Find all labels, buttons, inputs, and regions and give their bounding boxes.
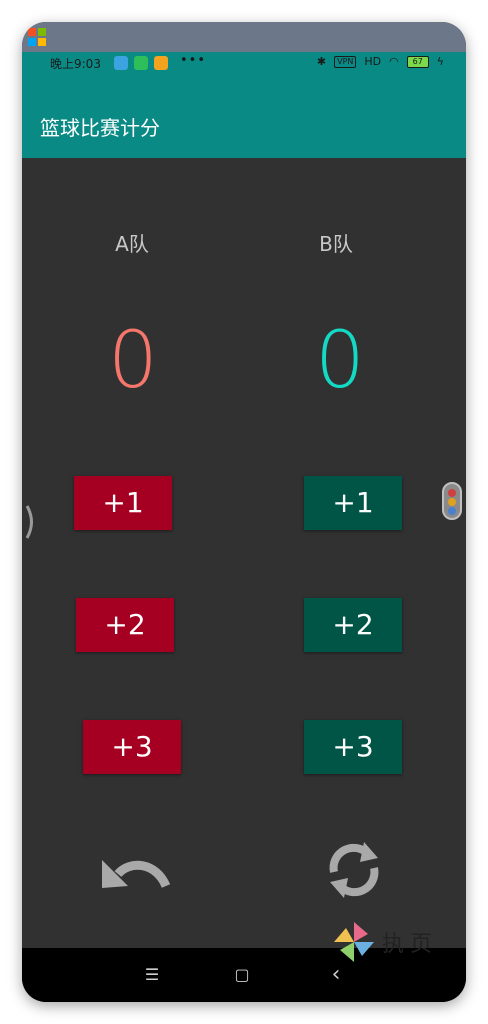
app-title: 篮球比赛计分 bbox=[40, 116, 160, 140]
app-bar: 篮球比赛计分 bbox=[22, 74, 466, 158]
bluetooth-icon: ✱ bbox=[316, 55, 327, 68]
dot-red-icon bbox=[448, 489, 456, 497]
status-right-icons: ✱ VPN HD ◠ 67 ϟ bbox=[317, 55, 444, 68]
floating-assistant-button[interactable] bbox=[442, 482, 462, 520]
window-title-bar bbox=[22, 22, 466, 52]
team-a-plus1-button[interactable]: +1 bbox=[74, 476, 172, 530]
status-bar: 晚上9:03 ••• ✱ VPN HD ◠ 67 ϟ bbox=[22, 52, 466, 74]
undo-button[interactable] bbox=[94, 830, 174, 910]
vpn-badge: VPN bbox=[334, 55, 357, 68]
dot-yellow-icon bbox=[448, 498, 456, 506]
home-button[interactable]: ▢ bbox=[212, 948, 272, 1002]
dot-blue-icon bbox=[448, 507, 456, 515]
team-a-label: A队 bbox=[115, 232, 149, 256]
message-app-icon bbox=[154, 56, 168, 70]
wifi-icon: ◠ bbox=[389, 55, 399, 68]
recent-apps-button[interactable]: ☰ bbox=[122, 948, 182, 1002]
phone-screen: 晚上9:03 ••• ✱ VPN HD ◠ 67 ϟ 篮球比赛计分 A队 B队 … bbox=[22, 22, 466, 1002]
battery-icon: 67 bbox=[406, 55, 429, 68]
pinwheel-logo-icon bbox=[334, 922, 374, 962]
team-a-plus2-button[interactable]: +2 bbox=[76, 598, 174, 652]
edge-swipe-handle-icon[interactable] bbox=[24, 502, 38, 542]
scoreboard: A队 B队 0 0 +1 +1 +2 +2 +3 +3 bbox=[22, 158, 466, 970]
refresh-icon bbox=[329, 842, 379, 898]
team-b-plus2-button[interactable]: +2 bbox=[304, 598, 402, 652]
status-time: 晚上9:03 bbox=[50, 57, 101, 71]
windows-logo-icon bbox=[28, 28, 46, 46]
team-b-plus1-button[interactable]: +1 bbox=[304, 476, 402, 530]
watermark: 执页 bbox=[332, 920, 442, 966]
team-a-score: 0 bbox=[108, 316, 158, 406]
signal-icon: HD bbox=[364, 55, 382, 68]
team-b-plus3-button[interactable]: +3 bbox=[304, 720, 402, 774]
team-a-plus3-button[interactable]: +3 bbox=[83, 720, 181, 774]
notification-app-icon bbox=[114, 56, 128, 70]
security-app-icon bbox=[134, 56, 148, 70]
charging-icon: ϟ bbox=[436, 55, 444, 68]
more-notifications-icon: ••• bbox=[180, 53, 207, 68]
undo-icon bbox=[102, 860, 171, 889]
reset-button[interactable] bbox=[314, 830, 394, 910]
team-b-score: 0 bbox=[315, 316, 365, 406]
watermark-text: 执页 bbox=[382, 932, 439, 957]
team-b-label: B队 bbox=[319, 232, 353, 256]
